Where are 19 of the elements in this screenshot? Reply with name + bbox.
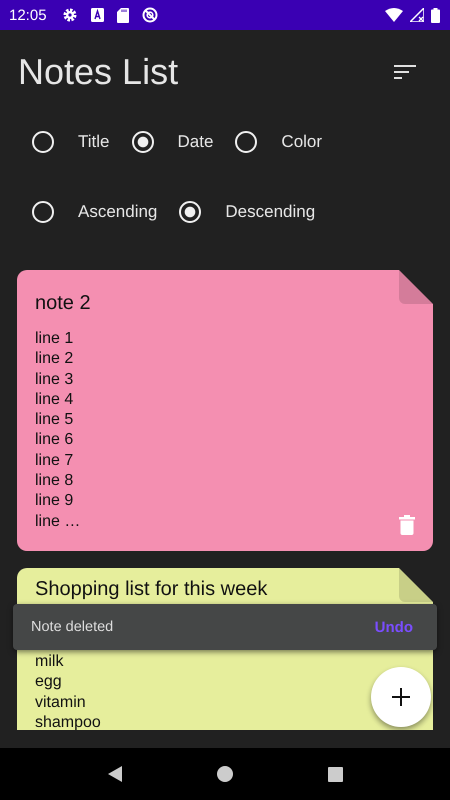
- note-line: line 4: [35, 390, 74, 410]
- note-line: vitamin: [35, 692, 86, 713]
- note-line: line 7: [35, 450, 74, 471]
- status-time: 12:05: [9, 6, 47, 24]
- note-line: shampoo: [35, 712, 101, 730]
- note-title: Shopping list for this week: [35, 578, 268, 601]
- note-line: line 2: [35, 349, 74, 370]
- note-line: line 5: [35, 410, 74, 430]
- note-line: line 1: [35, 329, 74, 349]
- note-title: note 2: [35, 292, 91, 315]
- note-line: milk: [35, 652, 64, 672]
- note-line: line 6: [35, 430, 74, 450]
- note-line: line 8: [35, 471, 74, 492]
- screen-title: Notes List: [18, 51, 178, 93]
- snackbar-message: Note deleted: [31, 619, 114, 635]
- note-line: egg: [35, 672, 62, 692]
- note-line: line 9: [35, 491, 74, 512]
- note-line: line 3: [35, 370, 74, 390]
- note-line: line …: [35, 512, 80, 532]
